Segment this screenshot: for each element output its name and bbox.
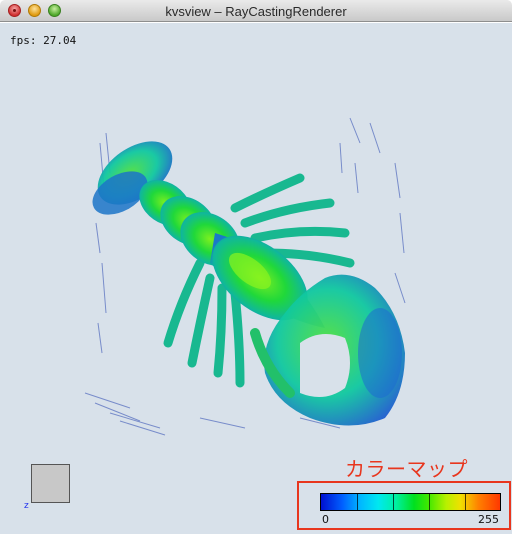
axis-z-label: z [24, 501, 29, 511]
window-title: kvsview – RayCastingRenderer [165, 4, 347, 19]
colormap-tick [429, 494, 430, 510]
colormap-max-label: 255 [478, 513, 499, 526]
colormap-tick [357, 494, 358, 510]
colormap-tick [465, 494, 466, 510]
colormap-tick [393, 494, 394, 510]
colormap-annotation: カラーマップ [345, 457, 468, 481]
render-viewport[interactable]: fps: 27.04 z カラーマップ 0 255 [0, 23, 512, 534]
fps-counter: fps: 27.04 [10, 34, 77, 47]
colormap-min-label: 0 [322, 513, 329, 526]
colormap-bar [320, 493, 501, 511]
orientation-gizmo [31, 464, 70, 503]
title-bar: kvsview – RayCastingRenderer [0, 0, 512, 22]
